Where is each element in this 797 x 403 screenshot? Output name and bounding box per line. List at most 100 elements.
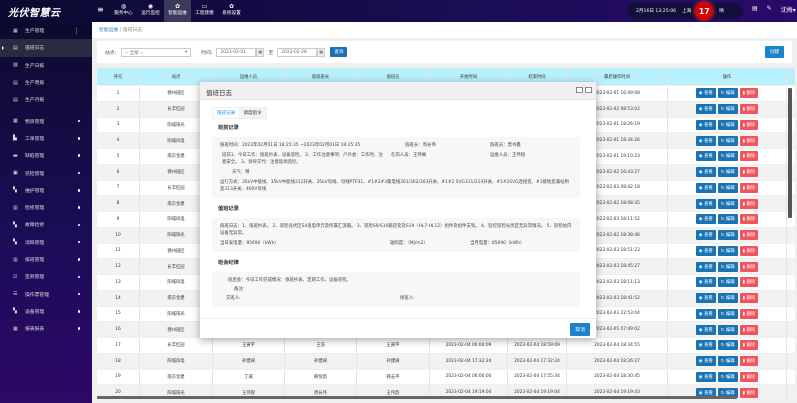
tab-dispatch-order[interactable]: 调度指令 (239, 108, 265, 118)
delete-button[interactable]: ▮ 删除 (739, 88, 759, 99)
view-button[interactable]: ◉ 查看 (695, 261, 716, 272)
sidebar-item-14[interactable]: ☑ 签到管理 (0, 268, 92, 285)
sidebar-item-12[interactable]: ▚ 消缺管理 (0, 234, 92, 251)
nav-item-4[interactable]: ✿ 系统设置 (218, 0, 245, 22)
sidebar-item-1[interactable]: ▤ 值班日志 (0, 39, 92, 57)
view-button[interactable]: ◉ 查看 (695, 356, 716, 367)
delete-button[interactable]: ▮ 删除 (739, 261, 759, 272)
delete-button[interactable]: ▮ 删除 (739, 151, 759, 162)
view-button[interactable]: ◉ 查看 (695, 324, 716, 335)
view-button[interactable]: ◉ 查看 (695, 277, 716, 288)
edit-button[interactable]: ↻ 编辑 (717, 214, 738, 225)
delete-button[interactable]: ▮ 删除 (739, 371, 759, 382)
sidebar-item-6[interactable]: ▙ 工单管理 (0, 130, 92, 147)
maximize-icon[interactable] (576, 87, 583, 93)
delete-button[interactable]: ▮ 删除 (739, 198, 759, 209)
start-date-input[interactable]: 2023-02-01 (216, 47, 257, 57)
brush-icon[interactable]: ✎ (767, 5, 772, 14)
edit-button[interactable]: ↻ 编辑 (717, 277, 738, 288)
close-icon[interactable] (585, 87, 592, 93)
end-date-input[interactable]: 2023-02-28 (277, 47, 318, 57)
delete-button[interactable]: ▮ 删除 (739, 230, 759, 241)
cancel-button[interactable]: 取消 (570, 323, 590, 336)
edit-button[interactable]: ↻ 编辑 (717, 151, 738, 162)
edit-button[interactable]: ↻ 编辑 (717, 119, 738, 130)
sidebar-item-15[interactable]: ☰ 操作票管理 (0, 285, 92, 302)
menu-toggle-icon[interactable]: ≡ (97, 5, 104, 14)
view-button[interactable]: ◉ 查看 (695, 167, 716, 178)
view-button[interactable]: ◉ 查看 (695, 198, 716, 209)
station-select[interactable]: -- 全部 -- ▾ (121, 47, 192, 57)
vertical-scrollbar[interactable] (788, 88, 792, 218)
user-menu[interactable]: 沈梅▾ (781, 5, 796, 14)
edit-button[interactable]: ↻ 编辑 (717, 230, 738, 241)
view-button[interactable]: ◉ 查看 (695, 135, 716, 146)
view-button[interactable]: ◉ 查看 (695, 151, 716, 162)
delete-button[interactable]: ▮ 删除 (739, 324, 759, 335)
edit-button[interactable]: ↻ 编辑 (717, 182, 738, 193)
view-button[interactable]: ◉ 查看 (695, 308, 716, 319)
sidebar-item-13[interactable]: ▥ 排班管理 (0, 251, 92, 268)
sidebar-item-7[interactable]: ▬ 缺陷管理 (0, 147, 92, 164)
edit-button[interactable]: ↻ 编辑 (717, 371, 738, 382)
view-button[interactable]: ◉ 查看 (695, 245, 716, 256)
view-button[interactable]: ◉ 查看 (695, 230, 716, 241)
sidebar-item-8[interactable]: ▣ 巡检管理 (0, 164, 92, 181)
delete-button[interactable]: ▮ 删除 (739, 167, 759, 178)
tab-duty-record[interactable]: 值班记录 (213, 108, 240, 118)
view-button[interactable]: ◉ 查看 (695, 182, 716, 193)
edit-button[interactable]: ↻ 编辑 (717, 167, 738, 178)
sidebar-item-3[interactable]: ▤ 生产周报 (0, 74, 92, 91)
view-button[interactable]: ◉ 查看 (695, 88, 716, 99)
edit-button[interactable]: ↻ 编辑 (717, 340, 738, 351)
delete-button[interactable]: ▮ 删除 (739, 277, 759, 288)
view-button[interactable]: ◉ 查看 (695, 119, 716, 130)
delete-button[interactable]: ▮ 删除 (739, 135, 759, 146)
edit-button[interactable]: ↻ 编辑 (717, 104, 738, 115)
edit-button[interactable]: ↻ 编辑 (717, 88, 738, 99)
delete-button[interactable]: ▮ 删除 (739, 119, 759, 130)
column-header[interactable]: 操作 (668, 68, 787, 85)
nav-item-3[interactable]: ▭ 工程建模 (191, 0, 218, 22)
create-button[interactable]: 创建 (765, 46, 785, 58)
view-button[interactable]: ◉ 查看 (695, 293, 716, 304)
sidebar-item-2[interactable]: ▨ 生产日报 (0, 57, 92, 74)
sidebar-item-5[interactable]: ▦ 物资管理 (0, 112, 92, 129)
delete-button[interactable]: ▮ 删除 (739, 308, 759, 319)
delete-button[interactable]: ▮ 删除 (739, 182, 759, 193)
view-button[interactable]: ◉ 查看 (695, 104, 716, 115)
delete-button[interactable]: ▮ 删除 (739, 104, 759, 115)
delete-button[interactable]: ▮ 删除 (739, 293, 759, 304)
breadcrumb-parent[interactable]: 智能运维 (99, 28, 118, 33)
view-button[interactable]: ◉ 查看 (695, 214, 716, 225)
edit-button[interactable]: ↻ 编辑 (717, 198, 738, 209)
document-icon[interactable]: ▤ (752, 5, 758, 14)
column-header[interactable]: 序号 (97, 68, 140, 85)
sidebar-item-16[interactable]: ▚ 设备管理 (0, 303, 92, 320)
sidebar-item-9[interactable]: ▚ 维护管理 (0, 182, 92, 199)
nav-item-1[interactable]: ◉ 运行监控 (137, 0, 164, 22)
horizontal-scrollbar[interactable] (97, 396, 737, 399)
edit-button[interactable]: ↻ 编辑 (717, 324, 738, 335)
sidebar-item-10[interactable]: ▥ 检修管理 (0, 199, 92, 216)
nav-item-0[interactable]: ◍ 服务中心 (110, 0, 137, 22)
edit-button[interactable]: ↻ 编辑 (717, 356, 738, 367)
delete-button[interactable]: ▮ 删除 (739, 340, 759, 351)
delete-button[interactable]: ▮ 删除 (739, 387, 759, 398)
view-button[interactable]: ◉ 查看 (695, 340, 716, 351)
edit-button[interactable]: ↻ 编辑 (717, 293, 738, 304)
delete-button[interactable]: ▮ 删除 (739, 245, 759, 256)
sidebar-item-4[interactable]: ▤ 生产月报 (0, 91, 92, 108)
nav-item-2[interactable]: ✿ 智能运维 (164, 0, 191, 22)
calendar-icon[interactable]: ▦ (317, 47, 326, 57)
delete-button[interactable]: ▮ 删除 (739, 356, 759, 367)
edit-button[interactable]: ↻ 编辑 (717, 261, 738, 272)
sidebar-item-11[interactable]: ▚ 故障抢修 (0, 216, 92, 233)
query-button[interactable]: 查询 (330, 47, 348, 57)
view-button[interactable]: ◉ 查看 (695, 371, 716, 382)
edit-button[interactable]: ↻ 编辑 (717, 135, 738, 146)
sidebar-item-17[interactable]: ▦ 报表报表 (0, 320, 92, 337)
sidebar-item-0[interactable]: ▦ 生产管理 ⋮ (0, 22, 92, 39)
edit-button[interactable]: ↻ 编辑 (717, 245, 738, 256)
edit-button[interactable]: ↻ 编辑 (717, 308, 738, 319)
